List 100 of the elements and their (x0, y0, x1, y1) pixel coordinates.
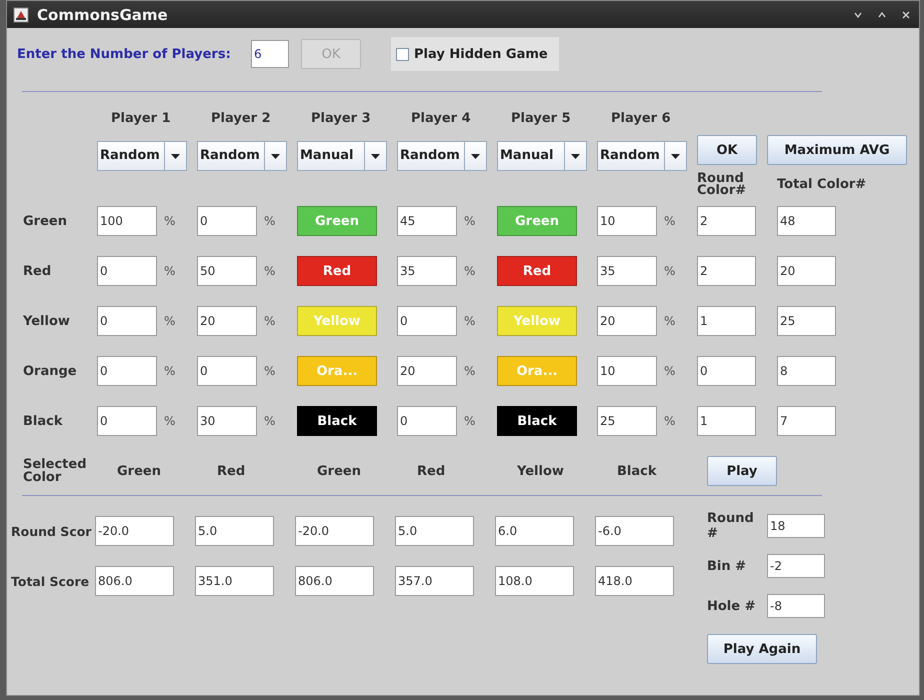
unit-label: % (264, 214, 276, 228)
ok-button[interactable]: OK (697, 135, 757, 165)
score-field[interactable]: 5.0 (195, 516, 274, 546)
selected-color-value: Yellow (516, 464, 565, 478)
unit-label: % (664, 264, 676, 278)
total-color-field[interactable]: 7 (777, 406, 836, 436)
player-label: Player 3 (310, 110, 372, 126)
score-field[interactable]: -6.0 (595, 516, 674, 546)
maximum-avg-button[interactable]: Maximum AVG (767, 135, 907, 165)
chevron-up-icon[interactable] (877, 10, 887, 20)
play-button[interactable]: Play (707, 456, 777, 486)
unit-label: % (664, 314, 676, 328)
score-field[interactable]: 351.0 (195, 566, 274, 596)
row-label: Round Scor (11, 524, 92, 538)
score-field[interactable]: 806.0 (95, 566, 174, 596)
percent-field[interactable]: 20 (397, 356, 457, 386)
unit-label: % (664, 364, 676, 378)
percent-field[interactable]: 20 (197, 306, 257, 336)
percent-field[interactable]: 30 (197, 406, 257, 436)
percent-field[interactable]: 0 (97, 406, 157, 436)
checkbox[interactable] (396, 48, 409, 60)
unit-label: % (164, 214, 176, 228)
percent-field[interactable]: 0 (197, 206, 257, 236)
round-color-field[interactable]: 2 (697, 256, 756, 286)
unit-label: % (464, 314, 476, 328)
selected-color-value: Red (416, 464, 446, 478)
mode-dropdown[interactable]: Random (397, 141, 487, 171)
close-icon[interactable] (901, 10, 911, 20)
player-count-field[interactable]: 6 (251, 40, 289, 68)
color-button[interactable]: Red (297, 256, 377, 286)
color-button[interactable]: Red (497, 256, 577, 286)
caret-icon (471, 154, 480, 158)
score-field[interactable]: 5.0 (395, 516, 474, 546)
mode-dropdown[interactable]: Random (197, 141, 287, 171)
score-field[interactable]: 357.0 (395, 566, 474, 596)
color-button[interactable]: Black (297, 406, 377, 436)
column-header: Round Color# (697, 173, 748, 197)
player-label: Player 1 (110, 110, 172, 126)
percent-field[interactable]: 45 (397, 206, 457, 236)
caret-icon (171, 154, 180, 158)
unit-label: % (264, 414, 276, 428)
total-color-field[interactable]: 25 (777, 306, 836, 336)
percent-field[interactable]: 0 (397, 306, 457, 336)
selected-color-value: Green (316, 464, 362, 478)
player-label: Player 6 (610, 110, 672, 126)
percent-field[interactable]: 100 (97, 206, 157, 236)
caret-icon (371, 154, 380, 158)
selected-color-value: Black (616, 464, 658, 478)
mode-dropdown[interactable]: Manual (297, 141, 387, 171)
percent-field[interactable]: 25 (597, 406, 657, 436)
score-field[interactable]: 6.0 (495, 516, 574, 546)
total-color-field[interactable]: 48 (777, 206, 836, 236)
score-field[interactable]: 108.0 (495, 566, 574, 596)
checkbox-label: Play Hidden Game (414, 46, 548, 62)
unit-label: % (464, 414, 476, 428)
caret-icon (671, 154, 680, 158)
percent-field[interactable]: 50 (197, 256, 257, 286)
color-button[interactable]: Black (497, 406, 577, 436)
info-field[interactable]: -8 (767, 594, 825, 618)
score-field[interactable]: 806.0 (295, 566, 374, 596)
score-field[interactable]: -20.0 (95, 516, 174, 546)
mode-dropdown[interactable]: Random (597, 141, 687, 171)
percent-field[interactable]: 10 (597, 356, 657, 386)
row-label: Selected Color (22, 458, 88, 484)
info-field[interactable]: -2 (767, 554, 825, 578)
percent-field[interactable]: 35 (597, 256, 657, 286)
score-field[interactable]: 418.0 (595, 566, 674, 596)
column-header: Total Color# (777, 179, 868, 191)
percent-field[interactable]: 10 (597, 206, 657, 236)
total-color-field[interactable]: 8 (777, 356, 836, 386)
mode-dropdown[interactable]: Manual (497, 141, 587, 171)
percent-field[interactable]: 0 (97, 306, 157, 336)
round-color-field[interactable]: 0 (697, 356, 756, 386)
players-count-label: Enter the Number of Players: (16, 46, 232, 62)
row-label: Red (22, 264, 52, 278)
mode-dropdown[interactable]: Random (97, 141, 187, 171)
player-label: Player 5 (510, 110, 572, 126)
caret-icon (271, 154, 280, 158)
play-again-button[interactable]: Play Again (707, 634, 817, 664)
percent-field[interactable]: 0 (197, 356, 257, 386)
unit-label: % (264, 314, 276, 328)
unit-label: % (164, 314, 176, 328)
percent-field[interactable]: 20 (597, 306, 657, 336)
percent-field[interactable]: 0 (97, 356, 157, 386)
info-field[interactable]: 18 (767, 514, 825, 538)
row-label: Black (22, 414, 64, 428)
percent-field[interactable]: 0 (397, 406, 457, 436)
info-label: Round # (707, 511, 755, 541)
unit-label: % (464, 214, 476, 228)
unit-label: % (464, 264, 476, 278)
total-color-field[interactable]: 20 (777, 256, 836, 286)
round-color-field[interactable]: 1 (697, 406, 756, 436)
window-title: CommonsGame (37, 6, 169, 24)
score-field[interactable]: -20.0 (295, 516, 374, 546)
percent-field[interactable]: 0 (97, 256, 157, 286)
round-color-field[interactable]: 1 (697, 306, 756, 336)
unit-label: % (464, 364, 476, 378)
selected-color-value: Green (116, 464, 162, 478)
percent-field[interactable]: 35 (397, 256, 457, 286)
round-color-field[interactable]: 2 (697, 206, 756, 236)
